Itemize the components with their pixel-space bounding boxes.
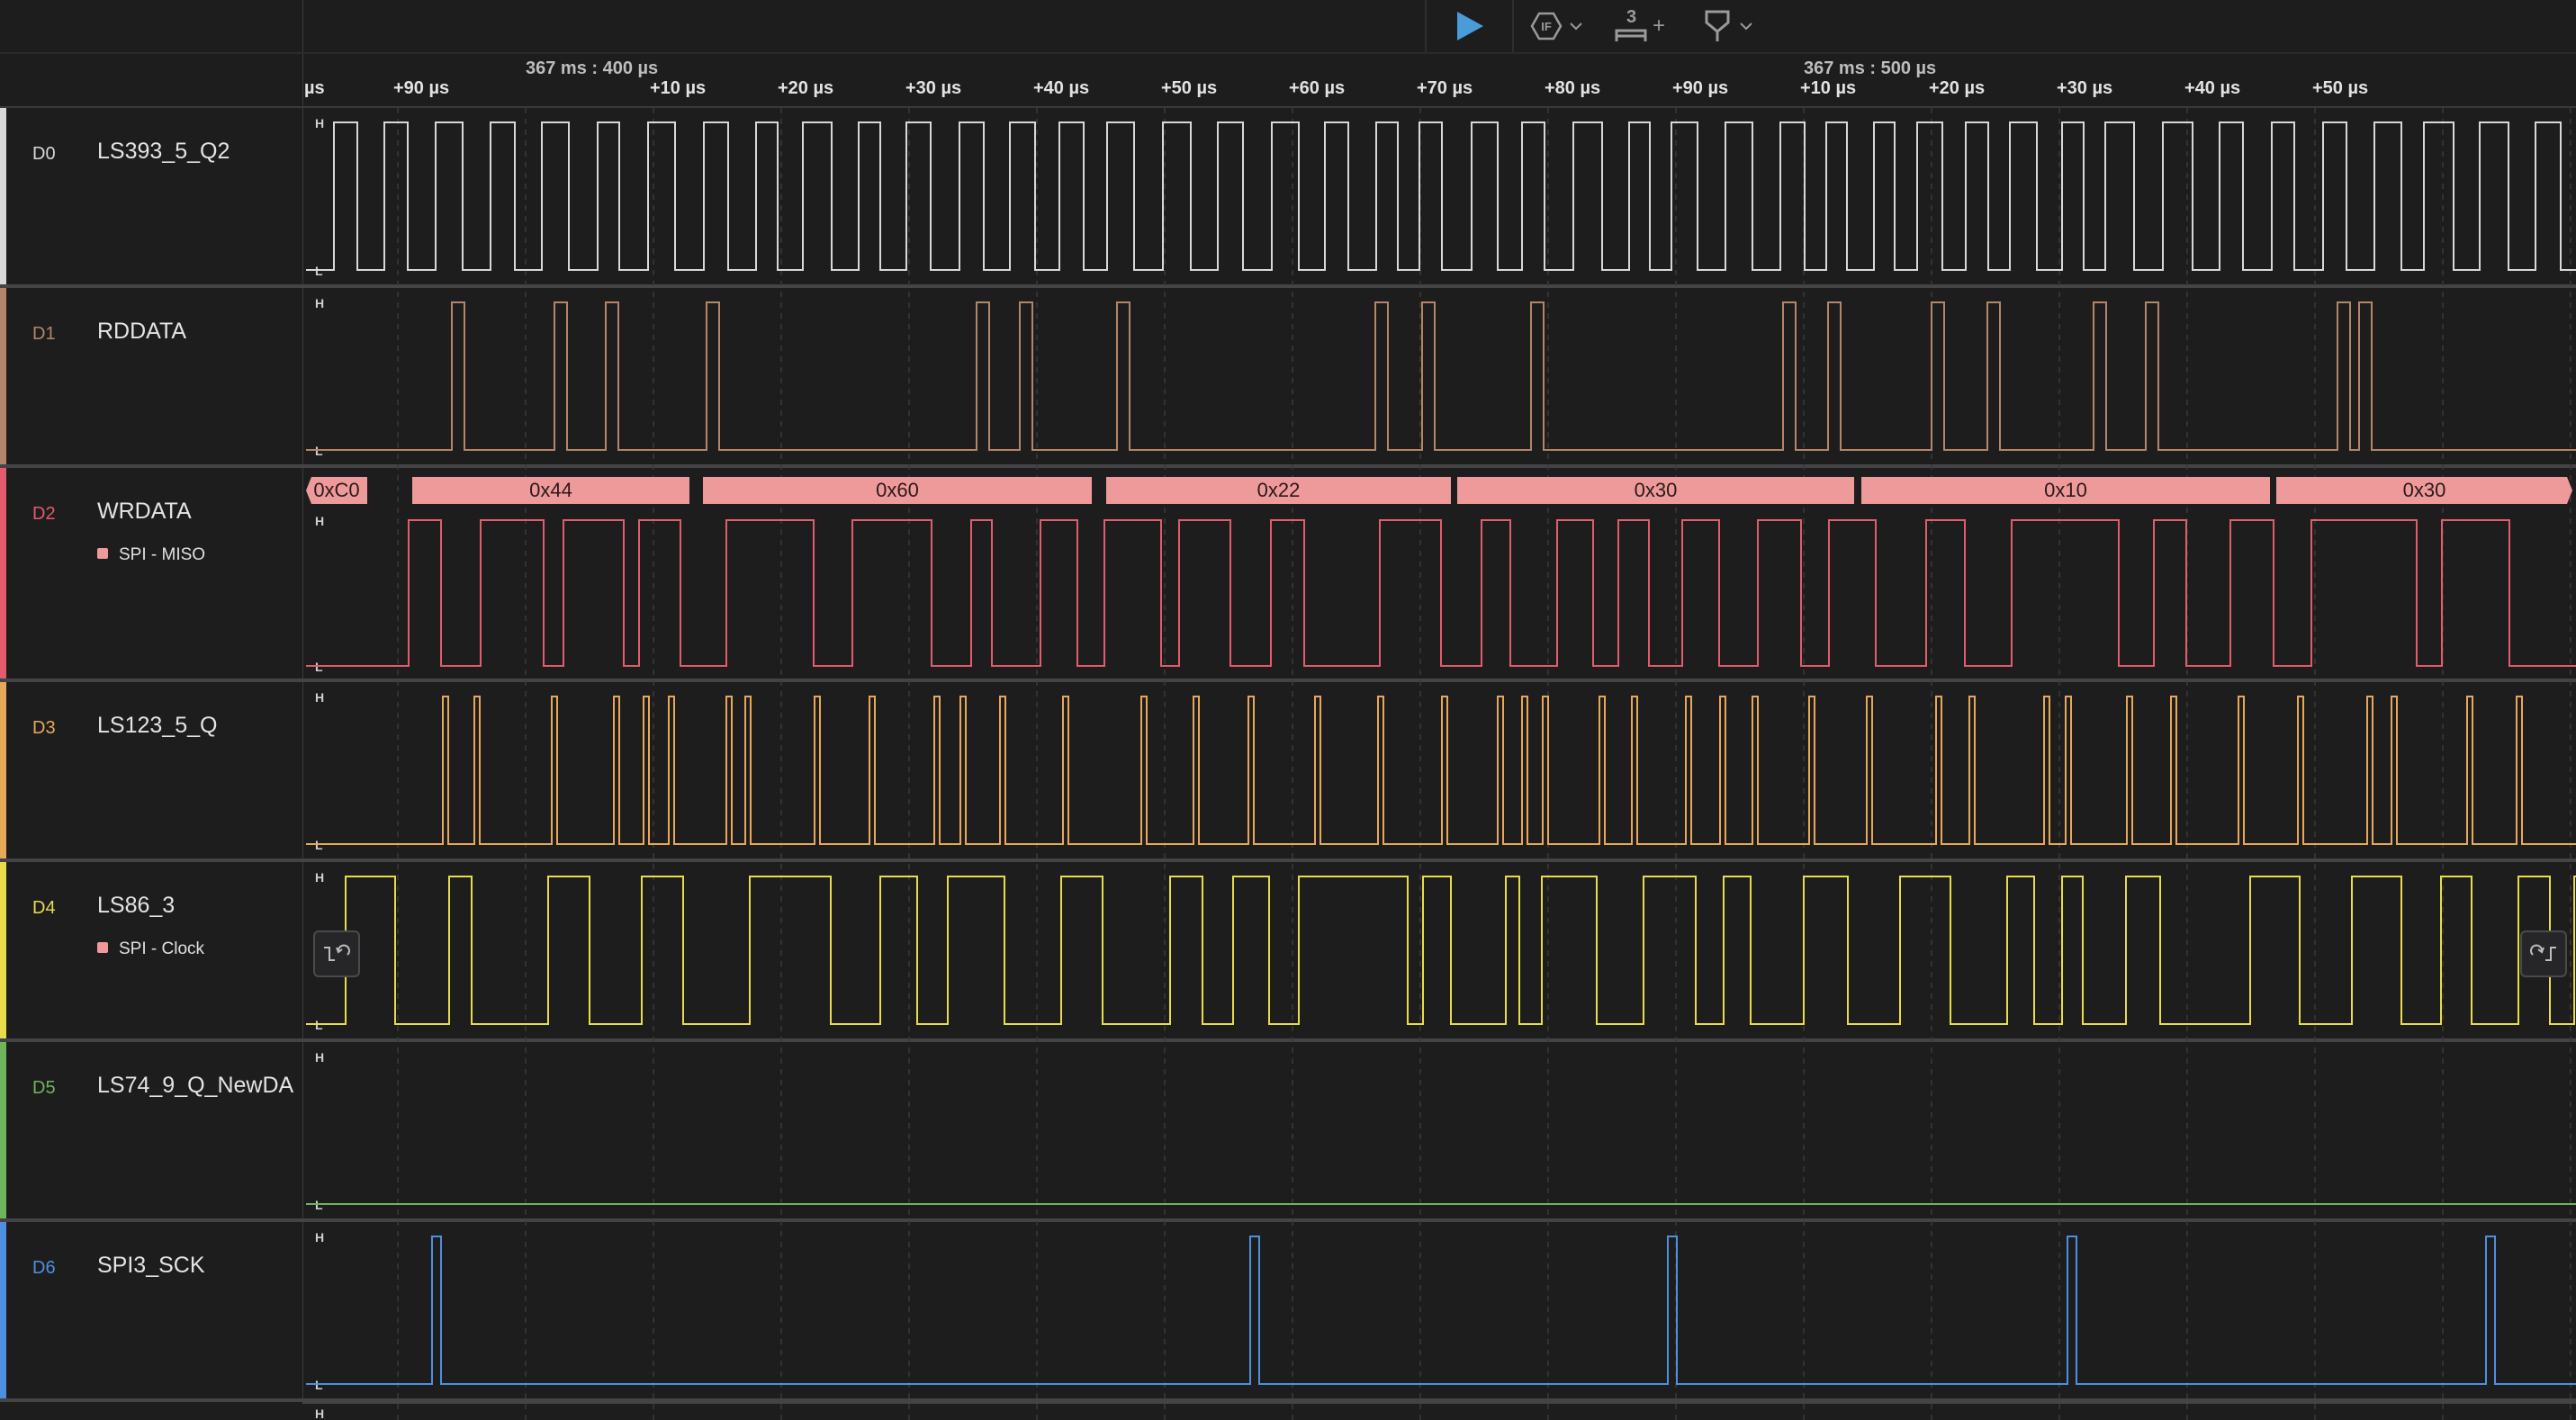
spi-byte-label: 0x10 [2044, 479, 2087, 501]
waveform-trace [306, 121, 2576, 271]
jump-to-previous-edge-button[interactable] [313, 930, 360, 977]
waveform-trace [306, 301, 2576, 451]
spi-byte-label: 0x30 [1635, 479, 1678, 501]
spi-byte-label: 0xC0 [313, 479, 359, 501]
spi-byte-label: 0x60 [876, 479, 919, 501]
waveform-trace [306, 519, 2576, 667]
waveform-trace [306, 1236, 2576, 1385]
level-high-label: H [315, 1230, 324, 1245]
waveform-area[interactable]: HLHLHLHLHLHLHL0xC0 0x44 0x60 0x22 0x30 0x10 0x… [0, 0, 2576, 1420]
waveform-trace [306, 876, 2576, 1025]
level-high-label: H [315, 514, 324, 528]
spi-byte-label: 0x30 [2403, 479, 2446, 501]
jump-to-next-edge-button[interactable] [2520, 930, 2567, 977]
next-edge-icon [2530, 944, 2556, 961]
level-high-label: H [315, 690, 324, 705]
waveform-trace [306, 696, 2576, 845]
level-high-label: H [315, 870, 324, 885]
previous-edge-icon [324, 944, 350, 961]
spi-byte-label: 0x22 [1257, 479, 1301, 501]
level-high-label: H [315, 1050, 324, 1065]
level-high-label: H [315, 1407, 324, 1420]
level-high-label: H [315, 116, 324, 130]
level-high-label: H [315, 296, 324, 310]
spi-byte-label: 0x44 [529, 479, 572, 501]
